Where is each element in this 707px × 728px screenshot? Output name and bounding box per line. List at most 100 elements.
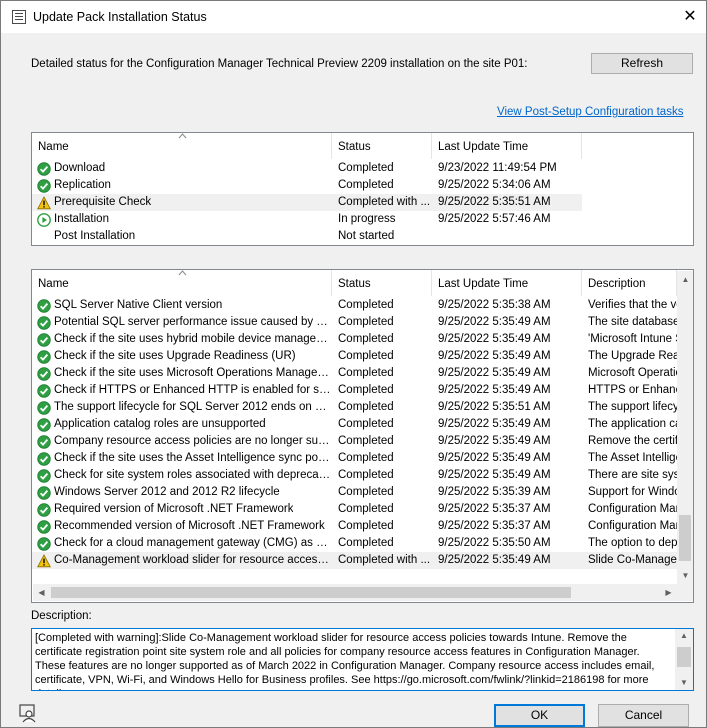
cell-name: Required version of Microsoft .NET Frame… xyxy=(32,501,332,518)
scroll-right-icon[interactable]: ▶ xyxy=(660,584,677,601)
cell-description: There are site syst xyxy=(588,469,677,481)
phases-list[interactable]: Name Status Last Update Time Download Com… xyxy=(31,132,694,246)
cell-name: Download xyxy=(32,160,332,177)
scroll-up-icon[interactable]: ▲ xyxy=(675,629,693,643)
table-row[interactable]: Required version of Microsoft .NET Frame… xyxy=(32,501,677,518)
row-name: The support lifecycle for SQL Server 201… xyxy=(54,401,332,413)
cell-status: Completed xyxy=(338,299,394,311)
column-header-status[interactable]: Status xyxy=(332,133,432,159)
check-circle-icon xyxy=(37,332,51,347)
row-name: Check if the site uses Upgrade Readiness… xyxy=(54,350,296,362)
row-name: SQL Server Native Client version xyxy=(54,299,223,311)
sort-ascending-icon xyxy=(178,133,187,139)
table-row[interactable]: Company resource access policies are no … xyxy=(32,433,677,450)
table-row[interactable]: Post Installation Not started xyxy=(32,228,582,245)
cell-time: 9/25/2022 5:35:37 AM xyxy=(438,520,551,532)
close-icon[interactable]: ✕ xyxy=(677,5,703,29)
column-header-status[interactable]: Status xyxy=(332,270,432,296)
scroll-down-icon[interactable]: ▼ xyxy=(677,567,693,584)
cell-status: Completed xyxy=(338,333,394,345)
scroll-down-icon[interactable]: ▼ xyxy=(675,676,693,690)
description-textbox[interactable]: [Completed with warning]:Slide Co-Manage… xyxy=(31,628,694,691)
table-row[interactable]: Check if the site uses the Asset Intelli… xyxy=(32,450,677,467)
row-name: Check for a cloud management gateway (CM… xyxy=(54,537,332,549)
table-row[interactable]: Check if the site uses Upgrade Readiness… xyxy=(32,348,677,365)
cell-time xyxy=(432,228,582,245)
table-row[interactable]: Check if the site uses Microsoft Operati… xyxy=(32,365,677,382)
column-header-description[interactable]: Description xyxy=(582,270,677,296)
table-row[interactable]: Replication Completed 9/25/2022 5:34:06 AM xyxy=(32,177,582,194)
check-circle-icon xyxy=(37,434,51,449)
row-name: Application catalog roles are unsupporte… xyxy=(54,418,266,430)
prereq-checks-list[interactable]: Name Status Last Update Time Description… xyxy=(31,269,694,603)
cell-description: The application ca xyxy=(588,418,677,430)
row-name: Check for site system roles associated w… xyxy=(54,469,332,481)
table-row[interactable]: Prerequisite Check Completed with ... 9/25… xyxy=(32,194,582,211)
description-scroll-thumb[interactable] xyxy=(677,647,691,667)
phases-header: Name Status Last Update Time xyxy=(32,133,582,159)
row-name: Check if the site uses Microsoft Operati… xyxy=(54,367,332,379)
check-circle-icon xyxy=(37,485,51,500)
table-row[interactable]: Check for a cloud management gateway (CM… xyxy=(32,535,677,552)
cell-name: Check if the site uses hybrid mobile dev… xyxy=(32,331,332,348)
warning-icon xyxy=(37,195,51,210)
check-circle-icon xyxy=(37,349,51,364)
column-header-time[interactable]: Last Update Time xyxy=(432,133,582,159)
table-row[interactable]: Recommended version of Microsoft .NET Fr… xyxy=(32,518,677,535)
row-name: Download xyxy=(54,162,106,174)
table-row[interactable]: Windows Server 2012 and 2012 R2 lifecycl… xyxy=(32,484,677,501)
table-row[interactable]: Check for site system roles associated w… xyxy=(32,467,677,484)
table-row[interactable]: The support lifecycle for SQL Server 201… xyxy=(32,399,677,416)
cell-status: In progress xyxy=(338,213,396,225)
cell-description: HTTPS or Enhanc xyxy=(588,384,677,396)
check-circle-icon xyxy=(37,161,51,176)
table-row[interactable]: Application catalog roles are unsupporte… xyxy=(32,416,677,433)
row-name: Installation xyxy=(54,213,109,225)
vertical-scroll-thumb[interactable] xyxy=(679,515,691,561)
ok-button[interactable]: OK xyxy=(494,704,585,727)
cell-name: Replication xyxy=(32,177,332,194)
table-row[interactable]: Check if HTTPS or Enhanced HTTP is enabl… xyxy=(32,382,677,399)
table-row[interactable]: Potential SQL server performance issue c… xyxy=(32,314,677,331)
row-name: Required version of Microsoft .NET Frame… xyxy=(54,503,294,515)
horizontal-scrollbar[interactable]: ◀ ▶ xyxy=(33,584,677,601)
cell-name: Check if HTTPS or Enhanced HTTP is enabl… xyxy=(32,382,332,399)
cancel-button[interactable]: Cancel xyxy=(598,704,689,727)
row-name: Prerequisite Check xyxy=(54,196,152,208)
cell-status: Completed xyxy=(338,452,394,464)
table-row[interactable]: Download Completed 9/23/2022 11:49:54 PM xyxy=(32,160,582,177)
vertical-scrollbar[interactable]: ▲ ▼ xyxy=(677,271,693,584)
cell-status: Completed xyxy=(338,316,394,328)
refresh-button[interactable]: Refresh xyxy=(591,53,693,74)
cell-status: Completed xyxy=(338,469,394,481)
description-scrollbar[interactable]: ▲ ▼ xyxy=(675,629,693,690)
checks-header: Name Status Last Update Time Description xyxy=(32,270,677,296)
check-circle-icon xyxy=(37,502,51,517)
check-circle-icon xyxy=(37,451,51,466)
cell-description: The option to depl xyxy=(588,537,677,549)
cell-time: 9/25/2022 5:35:49 AM xyxy=(438,469,551,481)
cell-time: 9/25/2022 5:57:46 AM xyxy=(438,213,551,225)
cell-time: 9/23/2022 11:49:54 PM xyxy=(438,162,557,174)
scroll-up-icon[interactable]: ▲ xyxy=(677,271,693,288)
warning-icon xyxy=(37,553,51,568)
play-circle-icon xyxy=(37,212,51,227)
cell-description: Microsoft Operatio xyxy=(588,367,677,379)
table-row[interactable]: Check if the site uses hybrid mobile dev… xyxy=(32,331,677,348)
table-row[interactable]: Co-Management workload slider for resour… xyxy=(32,552,677,569)
check-circle-icon xyxy=(37,400,51,415)
row-name: Windows Server 2012 and 2012 R2 lifecycl… xyxy=(54,486,280,498)
cell-name: The support lifecycle for SQL Server 201… xyxy=(32,399,332,416)
cell-time: 9/25/2022 5:35:49 AM xyxy=(438,333,551,345)
check-circle-icon xyxy=(37,468,51,483)
cell-time: 9/25/2022 5:35:49 AM xyxy=(438,452,551,464)
column-header-time[interactable]: Last Update Time xyxy=(432,270,582,296)
cell-name: Recommended version of Microsoft .NET Fr… xyxy=(32,518,332,535)
cell-status: Completed xyxy=(338,401,394,413)
table-row[interactable]: SQL Server Native Client version Complete… xyxy=(32,297,677,314)
scroll-left-icon[interactable]: ◀ xyxy=(33,584,50,601)
table-row[interactable]: Installation In progress 9/25/2022 5:57:46… xyxy=(32,211,582,228)
post-setup-tasks-link[interactable]: View Post-Setup Configuration tasks xyxy=(497,106,683,118)
horizontal-scroll-thumb[interactable] xyxy=(51,587,571,598)
cell-status: Completed xyxy=(338,418,394,430)
